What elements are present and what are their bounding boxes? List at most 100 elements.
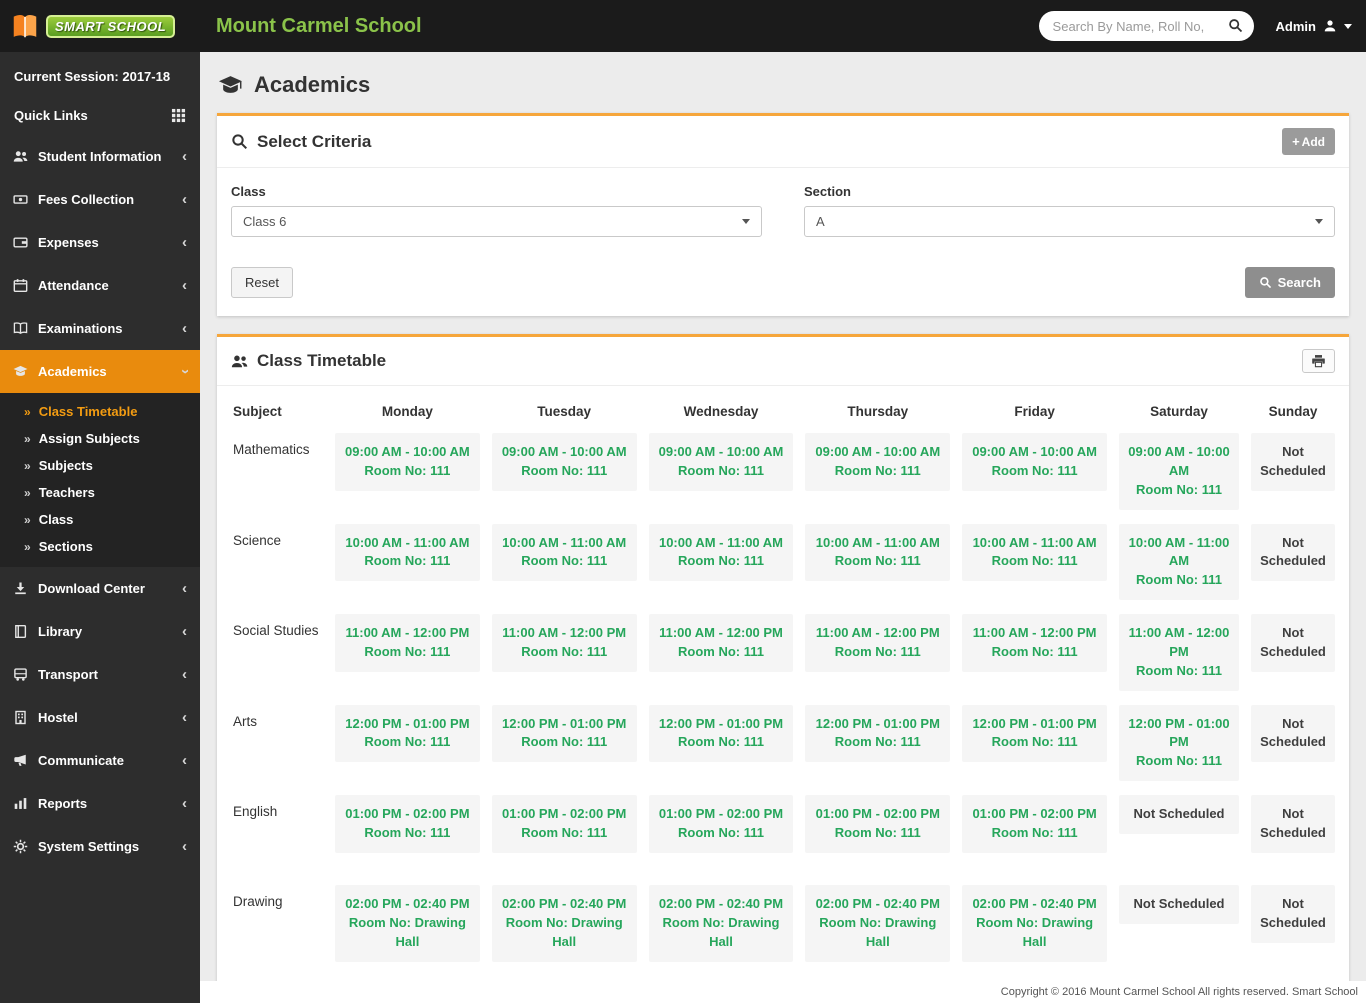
- academics-icon: [13, 364, 28, 379]
- current-session-label: Current Session: 2017-18: [0, 52, 200, 98]
- chevron-left-icon: ‹: [182, 192, 187, 207]
- period-room: Room No: 111: [1125, 662, 1233, 681]
- user-icon: [1323, 19, 1337, 33]
- period-room: Room No: Drawing Hall: [341, 914, 474, 952]
- period-cell: 12:00 PM - 01:00 PMRoom No: 111: [335, 705, 480, 763]
- user-menu[interactable]: Admin: [1276, 19, 1352, 34]
- sidebar-item-label: Student Information: [38, 149, 172, 164]
- sidebar-item-label: Transport: [38, 667, 172, 682]
- sidebar-item-download-center[interactable]: Download Center‹: [0, 567, 200, 610]
- user-name: Admin: [1276, 19, 1316, 34]
- timetable-row-mathematics: Mathematics09:00 AM - 10:00 AMRoom No: 1…: [231, 433, 1335, 510]
- period-room: Room No: 111: [811, 733, 944, 752]
- sidebar-item-fees-collection[interactable]: Fees Collection‹: [0, 178, 200, 221]
- period-room: Room No: 111: [655, 824, 788, 843]
- period-room: Room No: 111: [498, 643, 631, 662]
- sidebar-item-attendance[interactable]: Attendance‹: [0, 264, 200, 307]
- submenu-item-label: Subjects: [39, 458, 93, 473]
- page-footer: Copyright © 2016 Mount Carmel School All…: [200, 981, 1366, 1003]
- period-cell: 11:00 AM - 12:00 PMRoom No: 111: [335, 614, 480, 672]
- chevron-left-icon: ‹: [182, 667, 187, 682]
- period-cell: 12:00 PM - 01:00 PMRoom No: 111: [492, 705, 637, 763]
- chevron-left-icon: ‹: [182, 710, 187, 725]
- class-timetable-card: Class Timetable SubjectMondayTuesdayWedn…: [217, 334, 1349, 981]
- submenu-item-assign-subjects[interactable]: »Assign Subjects: [0, 425, 200, 452]
- period-room: Room No: 111: [968, 824, 1101, 843]
- period-time: 02:00 PM - 02:40 PM: [968, 895, 1101, 914]
- chevron-left-icon: ‹: [182, 278, 187, 293]
- select-criteria-card: Select Criteria +Add Class Class 6: [217, 113, 1349, 316]
- timetable-row-drawing: Drawing02:00 PM - 02:40 PMRoom No: Drawi…: [231, 885, 1335, 962]
- sidebar-item-communicate[interactable]: Communicate‹: [0, 739, 200, 782]
- sidebar-item-examinations[interactable]: Examinations‹: [0, 307, 200, 350]
- app-logo[interactable]: SMART SCHOOL: [0, 0, 200, 52]
- period-room: Room No: Drawing Hall: [968, 914, 1101, 952]
- class-select[interactable]: Class 6: [231, 206, 762, 237]
- period-cell: 02:00 PM - 02:40 PMRoom No: Drawing Hall: [649, 885, 794, 962]
- not-scheduled-cell: Not Scheduled: [1251, 433, 1335, 491]
- print-button[interactable]: [1302, 349, 1335, 373]
- sidebar-item-label: Expenses: [38, 235, 172, 250]
- subject-name: Science: [231, 524, 323, 550]
- column-header-thursday: Thursday: [805, 392, 950, 433]
- period-time: 02:00 PM - 02:40 PM: [498, 895, 631, 914]
- subject-name: Arts: [231, 705, 323, 731]
- school-name: Mount Carmel School: [216, 15, 422, 38]
- search-input[interactable]: [1039, 11, 1254, 41]
- sidebar-item-library[interactable]: Library‹: [0, 610, 200, 653]
- chevron-left-icon: ‹: [182, 581, 187, 596]
- topbar: Mount Carmel School Admin: [200, 0, 1366, 52]
- search-button[interactable]: Search: [1245, 267, 1335, 298]
- period-room: Room No: 111: [655, 462, 788, 481]
- period-time: 12:00 PM - 01:00 PM: [1125, 715, 1233, 753]
- sidebar-item-transport[interactable]: Transport ‹: [0, 653, 200, 696]
- period-room: Room No: 111: [341, 643, 474, 662]
- library-icon: [13, 624, 28, 639]
- not-scheduled-cell: Not Scheduled: [1251, 524, 1335, 582]
- reports-icon: [13, 796, 28, 811]
- chevron-left-icon: ‹: [182, 321, 187, 336]
- period-cell: 12:00 PM - 01:00 PMRoom No: 111: [1119, 705, 1239, 782]
- period-room: Room No: 111: [655, 643, 788, 662]
- period-time: 01:00 PM - 02:00 PM: [498, 805, 631, 824]
- quick-links[interactable]: Quick Links: [0, 98, 200, 135]
- sidebar-item-reports[interactable]: Reports‹: [0, 782, 200, 825]
- section-select[interactable]: A: [804, 206, 1335, 237]
- period-time: 09:00 AM - 10:00 AM: [655, 443, 788, 462]
- class-select-value: Class 6: [243, 214, 286, 229]
- class-label: Class: [231, 184, 762, 199]
- quick-links-label: Quick Links: [14, 108, 88, 123]
- submenu-item-class-timetable[interactable]: »Class Timetable: [0, 398, 200, 425]
- submenu-item-sections[interactable]: »Sections: [0, 533, 200, 560]
- search-icon[interactable]: [1228, 18, 1243, 33]
- column-header-tuesday: Tuesday: [492, 392, 637, 433]
- timetable-table: SubjectMondayTuesdayWednesdayThursdayFri…: [217, 386, 1349, 981]
- submenu-item-label: Assign Subjects: [39, 431, 140, 446]
- sidebar-item-expenses[interactable]: Expenses‹: [0, 221, 200, 264]
- reset-button[interactable]: Reset: [231, 267, 293, 298]
- period-room: Room No: 111: [498, 824, 631, 843]
- period-cell: 09:00 AM - 10:00 AMRoom No: 111: [1119, 433, 1239, 510]
- submenu-item-subjects[interactable]: » Subjects: [0, 452, 200, 479]
- double-chevron-right-icon: »: [24, 459, 31, 473]
- period-cell: 12:00 PM - 01:00 PMRoom No: 111: [805, 705, 950, 763]
- period-room: Room No: 111: [498, 462, 631, 481]
- sidebar-item-hostel[interactable]: Hostel‹: [0, 696, 200, 739]
- period-time: 12:00 PM - 01:00 PM: [341, 715, 474, 734]
- sidebar-item-system-settings[interactable]: System Settings‹: [0, 825, 200, 868]
- card-title: Class Timetable: [257, 351, 386, 371]
- submenu-item-class[interactable]: »Class: [0, 506, 200, 533]
- period-room: Room No: 111: [498, 552, 631, 571]
- not-scheduled-cell: Not Scheduled: [1251, 795, 1335, 853]
- submenu-item-teachers[interactable]: »Teachers: [0, 479, 200, 506]
- not-scheduled-cell: Not Scheduled: [1251, 885, 1335, 943]
- sidebar-item-academics[interactable]: Academics‹: [0, 350, 200, 393]
- settings-icon: [13, 839, 28, 854]
- add-button[interactable]: +Add: [1282, 128, 1335, 155]
- period-cell: 01:00 PM - 02:00 PMRoom No: 111: [492, 795, 637, 853]
- timetable-row-science: Science10:00 AM - 11:00 AMRoom No: 11110…: [231, 524, 1335, 601]
- period-room: Room No: 111: [341, 462, 474, 481]
- transport-icon: [13, 667, 28, 682]
- sidebar-item-student-information[interactable]: Student Information‹: [0, 135, 200, 178]
- submenu-item-label: Class: [39, 512, 74, 527]
